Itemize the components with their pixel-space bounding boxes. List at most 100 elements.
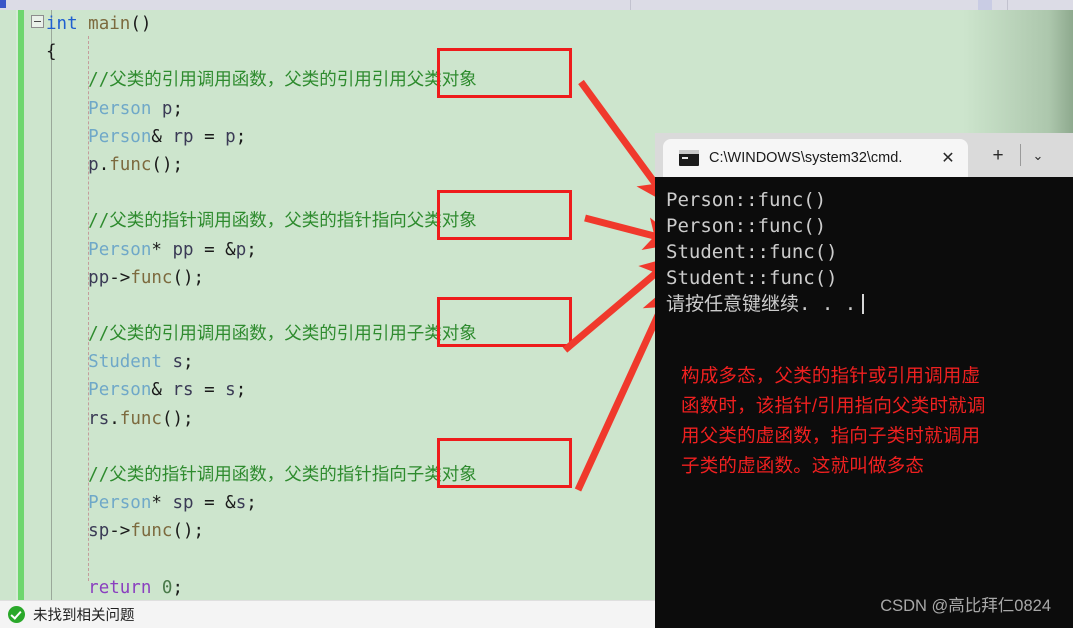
code-fold-toggle[interactable] bbox=[31, 15, 44, 28]
code-line: int main() bbox=[46, 10, 477, 38]
code-token: () bbox=[130, 14, 152, 34]
editor-top-strip[interactable] bbox=[0, 0, 1073, 10]
code-token: func bbox=[130, 521, 173, 542]
code-token: . bbox=[98, 154, 110, 175]
watermark: CSDN @高比拜仁0824 bbox=[880, 597, 1051, 615]
code-token: //父类的引用调用函数，父类的引用引用子类对象 bbox=[88, 324, 477, 345]
code-token: & bbox=[151, 380, 173, 401]
code-token: { bbox=[46, 42, 57, 63]
statusbar-text: 未找到相关问题 bbox=[33, 608, 135, 624]
code-token: 0 bbox=[161, 577, 173, 598]
code-token: ; bbox=[246, 493, 257, 514]
top-strip-seam-2 bbox=[1007, 0, 1008, 10]
code-line: pp->func(); bbox=[46, 264, 477, 292]
code-token: . bbox=[109, 408, 120, 429]
code-token: ; bbox=[172, 98, 184, 119]
cmd-console-window[interactable]: C:\WINDOWS\system32\cmd. ✕ + ⌄ Person::f… bbox=[655, 133, 1073, 628]
code-line: p.func(); bbox=[46, 151, 477, 179]
code-line: Student s; bbox=[46, 348, 477, 376]
code-line: rs.func(); bbox=[46, 405, 477, 433]
code-token: p bbox=[88, 154, 99, 175]
code-token: rs bbox=[88, 408, 110, 429]
code-token: (); bbox=[172, 267, 205, 288]
code-line: return 0; bbox=[46, 574, 477, 600]
console-note-line: 用父类的虚函数，指向子类时就调用 bbox=[681, 425, 981, 446]
statusbar: 未找到相关问题 bbox=[0, 600, 655, 628]
code-token: = & bbox=[193, 493, 236, 514]
console-caret bbox=[862, 294, 865, 314]
code-token: Student bbox=[88, 352, 162, 373]
code-token: return bbox=[88, 577, 152, 598]
console-note-line: 构成多态，父类的指针或引用调用虚 bbox=[681, 365, 981, 386]
code-token: sp bbox=[88, 521, 110, 542]
console-note-line: 函数时，该指针/引用指向父类时就调 bbox=[681, 395, 986, 416]
code-token: & bbox=[151, 126, 173, 147]
code-text: int main() { //父类的引用调用函数，父类的引用引用父类对象 Pers… bbox=[46, 10, 477, 600]
code-token: main bbox=[88, 14, 131, 34]
code-token: rp bbox=[172, 126, 194, 147]
code-token: pp bbox=[172, 239, 194, 260]
code-token: = & bbox=[193, 239, 236, 260]
chevron-down-icon[interactable]: ⌄ bbox=[1023, 144, 1053, 168]
new-tab-icon[interactable]: + bbox=[985, 143, 1011, 169]
code-line: //父类的指针调用函数，父类的指针指向父类对象 bbox=[46, 207, 477, 235]
console-output-line: 请按任意键继续. . . bbox=[666, 291, 1073, 317]
top-strip-marker-right bbox=[978, 0, 992, 10]
code-line: //父类的引用调用函数，父类的引用引用子类对象 bbox=[46, 320, 477, 348]
code-token: (); bbox=[151, 154, 184, 175]
console-red-annotation: 构成多态，父类的指针或引用调用虚 函数时，该指针/引用指向父类时就调 用父类的虚函数… bbox=[681, 361, 1063, 481]
code-line: //父类的引用调用函数，父类的引用引用父类对象 bbox=[46, 66, 477, 94]
console-note-line: 子类的虚函数。这就叫做多态 bbox=[681, 455, 925, 476]
code-token: Person bbox=[88, 239, 152, 260]
top-strip-seam-1 bbox=[630, 0, 631, 10]
code-line: { bbox=[46, 38, 477, 66]
code-line: Person* sp = &s; bbox=[46, 489, 477, 517]
top-strip-marker-left bbox=[0, 0, 6, 8]
console-output-line: Person::func() bbox=[666, 215, 827, 237]
console-output-line: Student::func() bbox=[666, 241, 838, 263]
console-output-line: Person::func() bbox=[666, 189, 827, 211]
code-line: Person* pp = &p; bbox=[46, 236, 477, 264]
code-token: s bbox=[235, 493, 247, 514]
code-token: func bbox=[130, 267, 173, 288]
screenshot-root: int main() { //父类的引用调用函数，父类的引用引用父类对象 Pers… bbox=[0, 0, 1073, 628]
cmd-console-icon bbox=[679, 150, 699, 166]
code-token: s bbox=[172, 352, 184, 373]
code-token: sp bbox=[172, 493, 194, 514]
code-token: Person bbox=[88, 126, 152, 147]
console-tab-bar: C:\WINDOWS\system32\cmd. ✕ + ⌄ bbox=[655, 133, 1073, 177]
console-output-line: Student::func() bbox=[666, 267, 838, 289]
code-token: //父类的引用调用函数，父类的引用引用父类对象 bbox=[88, 70, 477, 91]
code-token: (); bbox=[161, 408, 194, 429]
code-line: Person& rs = s; bbox=[46, 376, 477, 404]
code-token: * bbox=[151, 239, 173, 260]
code-token: Person bbox=[88, 380, 152, 401]
code-token: Person bbox=[88, 493, 152, 514]
code-token: (); bbox=[172, 521, 205, 542]
code-token: ; bbox=[183, 352, 194, 373]
code-token: Person bbox=[88, 98, 152, 119]
code-token: = bbox=[193, 380, 226, 401]
console-tab[interactable]: C:\WINDOWS\system32\cmd. ✕ bbox=[663, 139, 968, 177]
code-token: func bbox=[109, 154, 152, 175]
code-line: Person& rp = p; bbox=[46, 123, 477, 151]
code-token: pp bbox=[88, 267, 110, 288]
editor-change-bar bbox=[18, 10, 24, 600]
code-token: p bbox=[235, 239, 247, 260]
code-token: -> bbox=[109, 521, 131, 542]
code-token: p bbox=[225, 126, 236, 147]
code-token: ; bbox=[235, 126, 247, 147]
close-icon[interactable]: ✕ bbox=[938, 148, 958, 168]
code-token: s bbox=[225, 380, 236, 401]
code-token: rs bbox=[172, 380, 194, 401]
code-token: ; bbox=[172, 577, 184, 598]
code-token: func bbox=[119, 408, 162, 429]
code-token: int bbox=[46, 14, 78, 34]
